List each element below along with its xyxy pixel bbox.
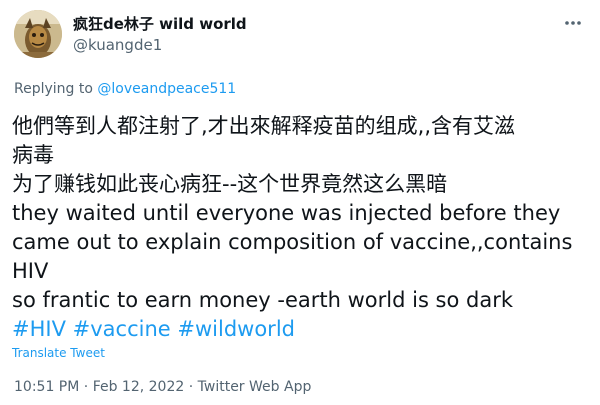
hashtag-hiv-link[interactable]: #HIV	[12, 317, 66, 341]
author-handle[interactable]: @kuangde1	[73, 35, 247, 55]
tweet-line: so frantic to earn money -earth world is…	[12, 288, 514, 312]
tweet-metadata: 10:51 PM · Feb 12, 2022 · Twitter Web Ap…	[14, 378, 311, 396]
tweet-line: 为了赚钱如此丧心病狂--这个世界竟然这么黑暗	[12, 172, 448, 196]
more-options-icon[interactable]	[562, 12, 584, 34]
tweet-source[interactable]: Twitter Web App	[198, 379, 312, 395]
hashtag-line: #HIV #vaccine #wildworld	[12, 315, 590, 344]
replying-to-label: Replying to	[14, 81, 93, 97]
avatar[interactable]	[14, 10, 62, 58]
tweet-header: 疯狂de林子 wild world @kuangde1	[14, 10, 586, 62]
meta-separator: ·	[79, 379, 93, 395]
replying-to: Replying to @loveandpeace511	[14, 80, 236, 98]
tweet: 疯狂de林子 wild world @kuangde1 Replying to …	[0, 0, 600, 405]
author-names: 疯狂de林子 wild world @kuangde1	[73, 14, 247, 55]
tweet-line: they waited until everyone was injected …	[12, 201, 561, 225]
avatar-portrait-icon	[14, 10, 62, 58]
meta-separator: ·	[184, 379, 198, 395]
author-display-name[interactable]: 疯狂de林子 wild world	[73, 14, 247, 34]
hashtag-wildworld-link[interactable]: #wildworld	[177, 317, 295, 341]
tweet-text: 他們等到人都注射了,才出來解释疫苗的组成,,含有艾滋 病毒 为了赚钱如此丧心病狂…	[12, 112, 590, 344]
tweet-line: 他們等到人都注射了,才出來解释疫苗的组成,,含有艾滋	[12, 114, 516, 138]
tweet-line: came out to explain composition of vacci…	[12, 230, 573, 254]
tweet-line: HIV	[12, 259, 49, 283]
hashtag-vaccine-link[interactable]: #vaccine	[73, 317, 171, 341]
tweet-line: 病毒	[12, 143, 54, 167]
tweet-time[interactable]: 10:51 PM	[14, 379, 79, 395]
translate-tweet-link[interactable]: Translate Tweet	[12, 345, 105, 361]
reply-to-handle-link[interactable]: @loveandpeace511	[97, 81, 236, 97]
tweet-date[interactable]: Feb 12, 2022	[93, 379, 185, 395]
